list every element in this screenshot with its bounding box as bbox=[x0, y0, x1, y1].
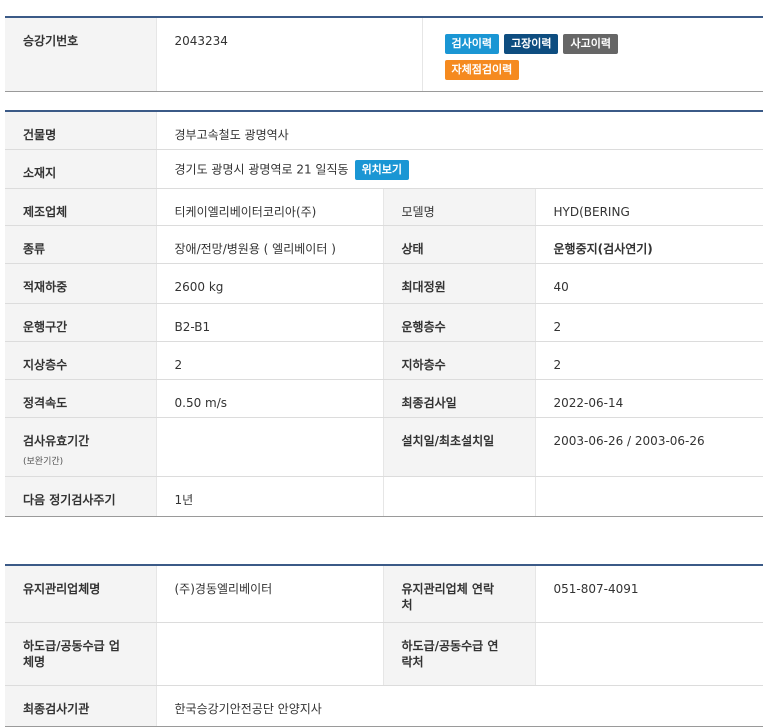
inspection-agency-value: 한국승강기안전공단 안양지사 bbox=[155, 685, 763, 727]
empty-cell bbox=[382, 476, 535, 517]
address-value: 경기도 광명시 광명역로 21 일직동 bbox=[174, 162, 349, 176]
inspection-cycle-label: 다음 정기검사주기 bbox=[5, 476, 156, 517]
location-view-button[interactable]: 위치보기 bbox=[354, 159, 410, 180]
building-label: 건물명 bbox=[5, 111, 156, 150]
section-value: B2-B1 bbox=[155, 303, 383, 342]
maintenance-company-label: 유지관리업체명 bbox=[5, 565, 156, 623]
self-check-history-button[interactable]: 자체점검이력 bbox=[444, 60, 520, 80]
install-date-value: 2003-06-26 / 2003-06-26 bbox=[534, 417, 764, 477]
failure-history-button[interactable]: 고장이력 bbox=[503, 34, 559, 54]
validity-label: 검사유효기간 bbox=[23, 433, 90, 448]
inspection-agency-label: 최종검사기관 bbox=[5, 685, 156, 727]
address-cell: 경기도 광명시 광명역로 21 일직동 위치보기 bbox=[155, 149, 764, 189]
maintenance-contact-label: 유지관리업체 연락처 bbox=[382, 565, 535, 623]
kind-label: 종류 bbox=[5, 225, 156, 264]
capacity-value: 40 bbox=[534, 263, 764, 304]
table-row: 지상층수 2 지하층수 2 bbox=[5, 341, 764, 380]
load-label: 적재하중 bbox=[5, 263, 156, 304]
elevator-number-table: 승강기번호 2043234 검사이력 고장이력 사고이력 자체점검이력 bbox=[5, 16, 763, 92]
inspection-history-button[interactable]: 검사이력 bbox=[444, 34, 499, 54]
table-row: 소재지 경기도 광명시 광명역로 21 일직동 위치보기 bbox=[5, 149, 764, 189]
maker-value: 티케이엘리베이터코리아(주) bbox=[155, 188, 383, 226]
below-floors-label: 지하층수 bbox=[382, 341, 535, 380]
subcontractor-label: 하도급/공동수급 업체명 bbox=[5, 622, 156, 686]
floors-label: 운행층수 bbox=[382, 303, 535, 342]
maintenance-contact-value: 051-807-4091 bbox=[534, 565, 763, 623]
table-row: 건물명 경부고속철도 광명역사 bbox=[5, 111, 764, 150]
table-row: 유지관리업체명 (주)경동엘리베이터 유지관리업체 연락처 051-807-40… bbox=[5, 565, 763, 623]
table-row: 최종검사기관 한국승강기안전공단 안양지사 bbox=[5, 685, 763, 727]
table-row: 제조업체 티케이엘리베이터코리아(주) 모델명 HYD(BERING bbox=[5, 188, 764, 226]
maintenance-table: 유지관리업체명 (주)경동엘리베이터 유지관리업체 연락처 051-807-40… bbox=[5, 564, 763, 727]
last-inspection-value: 2022-06-14 bbox=[534, 379, 764, 418]
subcontractor-value bbox=[155, 622, 383, 686]
table-row: 다음 정기검사주기 1년 bbox=[5, 476, 764, 517]
elevator-details-table: 건물명 경부고속철도 광명역사 소재지 경기도 광명시 광명역로 21 일직동 위… bbox=[5, 110, 764, 517]
model-value: HYD(BERING bbox=[534, 188, 764, 226]
building-value: 경부고속철도 광명역사 bbox=[155, 111, 764, 150]
maker-label: 제조업체 bbox=[5, 188, 156, 226]
maintenance-company-value: (주)경동엘리베이터 bbox=[155, 565, 383, 623]
last-inspection-label: 최종검사일 bbox=[382, 379, 535, 418]
model-label: 모델명 bbox=[382, 188, 535, 226]
subcontractor-contact-value bbox=[534, 622, 763, 686]
table-row: 검사유효기간 (보완기간) 설치일/최초설치일 2003-06-26 / 200… bbox=[5, 417, 764, 477]
accident-history-button[interactable]: 사고이력 bbox=[563, 34, 618, 54]
load-value: 2600 kg bbox=[155, 263, 383, 304]
address-label: 소재지 bbox=[5, 149, 156, 189]
below-floors-value: 2 bbox=[534, 341, 764, 380]
status-value: 운행중지(검사연기) bbox=[534, 225, 764, 264]
table-row: 정격속도 0.50 m/s 최종검사일 2022-06-14 bbox=[5, 379, 764, 418]
table-row: 적재하중 2600 kg 최대정원 40 bbox=[5, 263, 764, 304]
table-row: 운행구간 B2-B1 운행층수 2 bbox=[5, 303, 764, 342]
elevator-info-page: 승강기번호 2043234 검사이력 고장이력 사고이력 자체점검이력 건물명 경부… bbox=[0, 0, 773, 728]
kind-value: 장애/전망/병원용 ( 엘리베이터 ) bbox=[155, 225, 383, 264]
history-buttons: 검사이력 고장이력 사고이력 자체점검이력 bbox=[421, 17, 763, 92]
install-date-label: 설치일/최초설치일 bbox=[382, 417, 535, 477]
validity-sub-label: (보완기간) bbox=[23, 456, 64, 467]
elevator-number-label: 승강기번호 bbox=[5, 17, 156, 92]
capacity-label: 최대정원 bbox=[382, 263, 535, 304]
subcontractor-contact-label: 하도급/공동수급 연락처 bbox=[382, 622, 535, 686]
elevator-number-value: 2043234 bbox=[155, 17, 422, 92]
above-floors-label: 지상층수 bbox=[5, 341, 156, 380]
validity-value bbox=[155, 417, 383, 477]
section-label: 운행구간 bbox=[5, 303, 156, 342]
empty-cell bbox=[534, 476, 764, 517]
validity-label-cell: 검사유효기간 (보완기간) bbox=[5, 417, 156, 477]
status-label: 상태 bbox=[382, 225, 535, 264]
speed-value: 0.50 m/s bbox=[155, 379, 383, 418]
floors-value: 2 bbox=[534, 303, 764, 342]
inspection-cycle-value: 1년 bbox=[155, 476, 383, 517]
table-row: 종류 장애/전망/병원용 ( 엘리베이터 ) 상태 운행중지(검사연기) bbox=[5, 225, 764, 264]
table-row: 하도급/공동수급 업체명 하도급/공동수급 연락처 bbox=[5, 622, 763, 686]
speed-label: 정격속도 bbox=[5, 379, 156, 418]
above-floors-value: 2 bbox=[155, 341, 383, 380]
